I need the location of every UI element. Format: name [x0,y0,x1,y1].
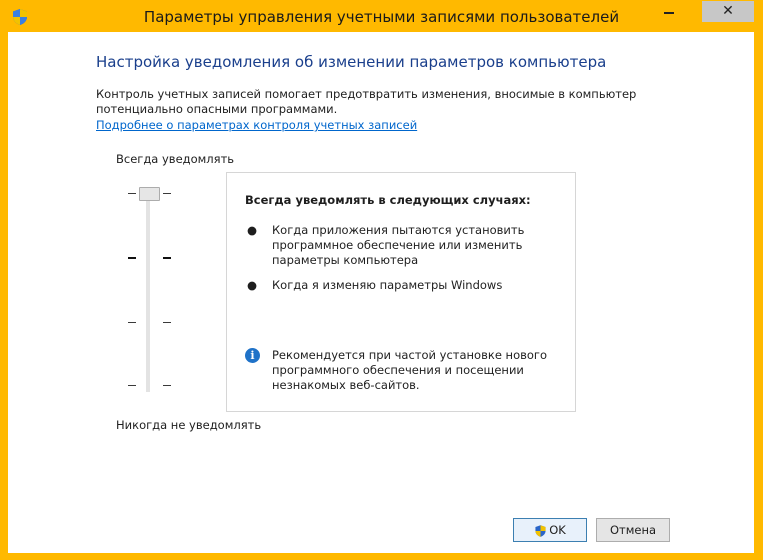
ok-button-label: OK [549,523,566,537]
dialog-body: Настройка уведомления об изменении парам… [8,32,754,553]
slider-tick-right [163,322,171,323]
minimize-button[interactable] [656,1,683,22]
list-item-text: Когда приложения пытаются установить про… [272,223,525,267]
level-description-panel: Всегда уведомлять в следующих случаях: ●… [226,172,576,412]
minimize-icon [664,12,674,14]
slider-tick-right [163,193,171,194]
slider-tick-right [163,385,171,386]
bullet-icon: ● [247,278,258,292]
slider-bottom-label: Никогда не уведомлять [116,418,262,432]
ok-button[interactable]: OK [513,518,587,542]
description-text: Контроль учетных записей помогает предот… [96,87,637,116]
cancel-button[interactable]: Отмена [596,518,670,542]
slider-tick-left [128,322,136,323]
recommendation-text: Рекомендуется при частой установке новог… [272,348,547,392]
uac-shield-icon [535,524,546,537]
close-button[interactable]: ✕ [702,1,754,22]
slider-top-label: Всегда уведомлять [116,152,235,166]
close-icon: ✕ [722,3,734,19]
learn-more-link[interactable]: Подробнее о параметрах контроля учетных … [96,118,417,132]
title-bar[interactable]: Параметры управления учетными записями п… [1,1,762,33]
notification-level-slider-thumb[interactable] [139,187,160,201]
bullet-icon: ● [247,223,258,237]
notification-level-slider-track[interactable] [146,187,150,392]
slider-tick-left [128,385,136,386]
info-icon: i [245,348,260,363]
panel-title: Всегда уведомлять в следующих случаях: [245,193,531,207]
uac-settings-window: Параметры управления учетными записями п… [0,0,763,560]
list-item-text: Когда я изменяю параметры Windows [272,278,503,292]
page-title: Настройка уведомления об изменении парам… [96,53,607,71]
window-title: Параметры управления учетными записями п… [143,8,620,26]
slider-tick-left [128,193,136,194]
slider-tick-left [128,257,136,259]
cancel-button-label: Отмена [609,523,657,537]
slider-tick-right [163,257,171,259]
